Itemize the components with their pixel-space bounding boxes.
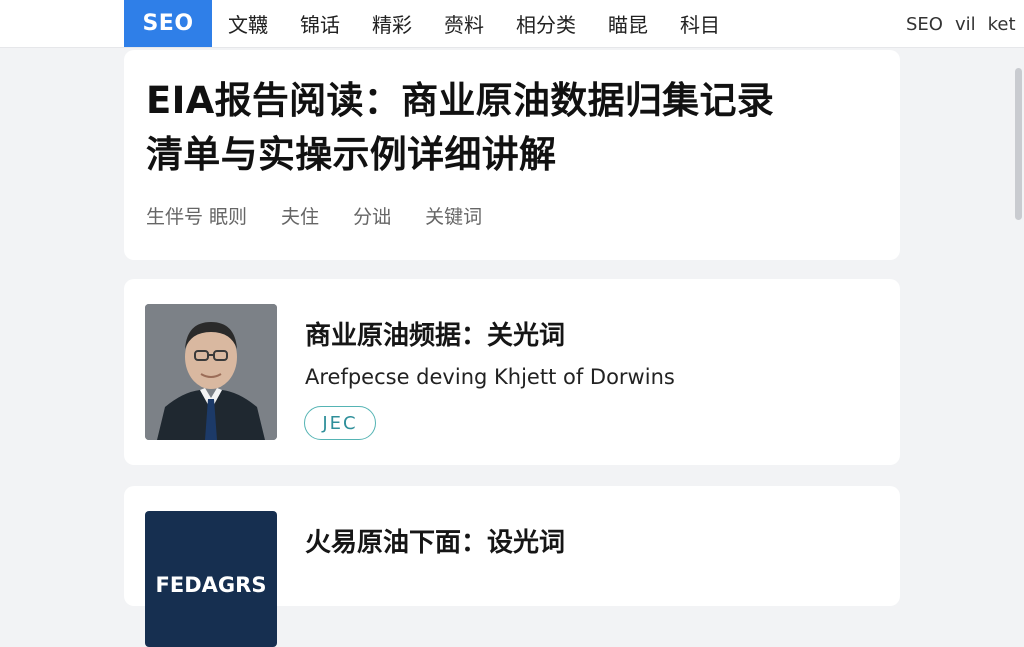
brand-logo-image: FEDAGRS	[145, 511, 277, 647]
tag-badge[interactable]: JEC	[304, 406, 376, 440]
article-meta-author[interactable]: 生伴号 眠则	[146, 202, 247, 229]
article-meta-keywords[interactable]: 关键词	[425, 202, 482, 229]
nav-item-5[interactable]: 相分类	[516, 9, 576, 38]
nav-right-links: SEO vil ket	[906, 0, 1024, 48]
nav-item-2[interactable]: 锦话	[300, 9, 340, 38]
article-meta-item-2[interactable]: 夫住	[281, 202, 319, 229]
list-item-subtitle: Arefpecse deving Khjett of Dorwins	[305, 365, 675, 389]
nav-menu: 文韈 锦话 精彩 赍料 相分类 瞄昆 科目	[228, 0, 752, 47]
nav-right-link-seo[interactable]: SEO	[906, 14, 943, 35]
nav-right-link-vil[interactable]: vil	[955, 14, 976, 35]
nav-item-7[interactable]: 科目	[680, 9, 720, 38]
nav-item-3[interactable]: 精彩	[372, 9, 412, 38]
list-item[interactable]: 商业原油频据：关光词 Arefpecse deving Khjett of Do…	[124, 279, 900, 465]
nav-item-4[interactable]: 赍料	[444, 9, 484, 38]
list-item-title[interactable]: 商业原油频据：关光词	[305, 315, 565, 352]
scrollbar-thumb[interactable]	[1015, 68, 1022, 220]
article-title-line-1: EIA报告阅读：商业原油数据归集记录	[146, 79, 775, 122]
seo-brand-tab[interactable]: SEO	[124, 0, 212, 47]
top-navigation-bar: SEO 文韈 锦话 精彩 赍料 相分类 瞄昆 科目 SEO vil ket	[0, 0, 1024, 48]
brand-logo-text: FEDAGRS	[155, 573, 267, 597]
article-title-line-2: 清单与实操示例详细讲解	[146, 133, 557, 176]
nav-item-1[interactable]: 文韈	[228, 9, 268, 38]
list-item[interactable]: FEDAGRS 火易原油下面：设光词	[124, 486, 900, 647]
article-meta-item-3[interactable]: 分诎	[353, 202, 391, 229]
article-header-card: EIA报告阅读：商业原油数据归集记录 清单与实操示例详细讲解 生伴号 眠则 夫住…	[124, 50, 900, 260]
nav-right-link-ket[interactable]: ket	[988, 14, 1016, 35]
person-portrait-image	[145, 304, 277, 440]
article-meta: 生伴号 眠则 夫住 分诎 关键词	[146, 202, 878, 229]
nav-item-6[interactable]: 瞄昆	[608, 9, 648, 38]
article-title: EIA报告阅读：商业原油数据归集记录 清单与实操示例详细讲解	[146, 74, 878, 182]
list-item-title[interactable]: 火易原油下面：设光词	[305, 522, 565, 559]
